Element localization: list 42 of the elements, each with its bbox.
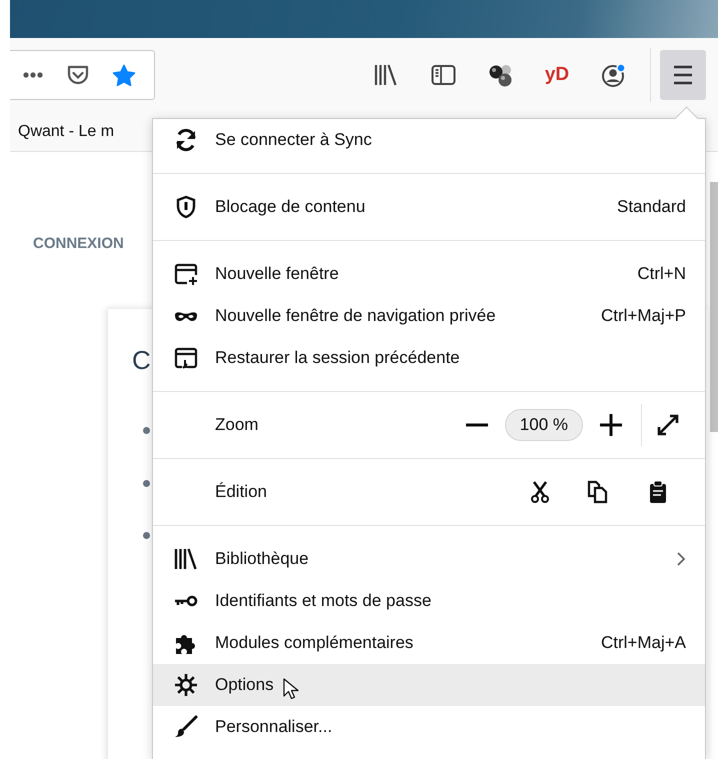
card-heading: C: [132, 345, 151, 376]
bullet-mark: [143, 532, 150, 539]
new-window-icon: [174, 262, 198, 286]
menu-item[interactable]: Bibliothèque: [153, 538, 705, 580]
menu-item[interactable]: Modules complémentaires Ctrl+Maj+A: [153, 622, 705, 664]
spheres-icon: [488, 62, 512, 88]
menu-icon: [672, 64, 694, 86]
zoom-reset-button[interactable]: 100 %: [504, 409, 583, 441]
restore-icon: [174, 346, 198, 370]
cursor-icon: [283, 678, 300, 701]
zoom-label: Zoom: [215, 415, 258, 435]
minus-icon: [466, 423, 488, 427]
menu-item[interactable]: Personnaliser...: [153, 706, 705, 748]
menu-item[interactable]: Blocage de contenu Standard: [153, 186, 705, 228]
expand-icon: [657, 414, 679, 436]
menu-item[interactable]: Options: [153, 664, 705, 706]
library-icon: [174, 547, 198, 571]
library-icon: [374, 63, 398, 87]
menu-item[interactable]: Nouvelle fenêtre Ctrl+N: [153, 253, 705, 295]
menu-item[interactable]: Identifiants et mots de passe: [153, 580, 705, 622]
menu-item[interactable]: Se connecter à Sync: [153, 119, 705, 161]
menu-button[interactable]: [660, 50, 706, 100]
scissors-icon: [530, 481, 550, 503]
settings-icon: [174, 673, 198, 697]
bookmark-link[interactable]: Qwant - Le m: [18, 122, 114, 140]
mask-icon: [174, 310, 198, 322]
pocket-icon[interactable]: [66, 64, 90, 86]
bullet-mark: [143, 480, 150, 487]
nav-link[interactable]: CONNEXION: [33, 235, 124, 252]
extension-button[interactable]: yD: [535, 53, 579, 97]
star-icon[interactable]: [112, 64, 136, 86]
edit-label: Édition: [215, 482, 267, 502]
brush-icon: [174, 715, 198, 739]
clipboard-icon: [648, 480, 668, 504]
bullet-mark: [143, 427, 150, 434]
menu-item[interactable]: Restaurer la session précédente: [153, 337, 705, 379]
sidebar-icon: [430, 64, 456, 86]
copy-icon: [586, 480, 608, 504]
sync-icon: [174, 128, 198, 152]
menu-item[interactable]: Nouvelle fenêtre de navigation privée Ctrl+Maj+P: [153, 295, 705, 337]
scrollbar-thumb[interactable]: [710, 182, 718, 432]
plus-icon: [600, 414, 622, 436]
